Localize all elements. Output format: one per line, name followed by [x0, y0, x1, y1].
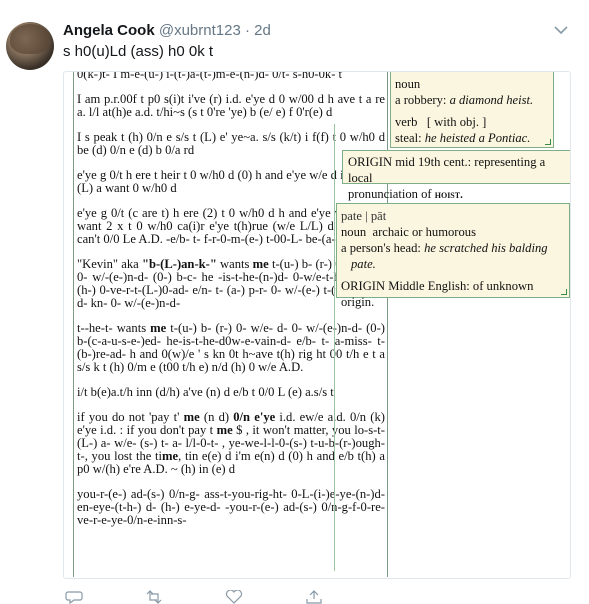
chevron-down-icon[interactable] — [553, 22, 569, 38]
share-icon[interactable] — [305, 590, 323, 604]
verb-definition: steal: — [395, 131, 422, 145]
tweet-text: s h0(u)Ld (ass) h0 0k t — [63, 43, 214, 60]
tweet-media-image[interactable]: 0(k-)t- I m-e-(u-) i-(t-)a-(t-)m-e-(n-)d… — [63, 71, 571, 579]
tweet-actions — [63, 590, 383, 604]
avatar[interactable] — [6, 22, 54, 70]
pronunciation-separator: | — [365, 209, 368, 223]
example: he scratched his balding — [424, 241, 548, 255]
author-name[interactable]: Angela Cook — [63, 22, 155, 39]
noun-label: noun — [395, 77, 421, 91]
register-label: archaic or humorous — [372, 225, 476, 239]
dictionary-entry-heist: noun a robbery: a diamond heist. verb [ … — [390, 72, 554, 148]
dictionary-origin-heist: ORIGIN mid 19th cent.: representing a lo… — [342, 150, 570, 201]
verb-example: he heisted a Pontiac. — [424, 131, 531, 145]
definition: a person's head: — [341, 241, 421, 255]
origin-word: hoist. — [434, 189, 463, 201]
tweet-header: Angela Cook @xubrnt123 · 2d — [63, 21, 549, 41]
example-cont: pate. — [351, 257, 376, 271]
noun-example: a diamond heist. — [449, 93, 534, 107]
noun-definition: a robbery: — [395, 93, 447, 107]
origin-text-2: pronunciation of — [348, 187, 432, 201]
headword: pate — [341, 209, 362, 223]
pos-label: noun — [341, 225, 367, 239]
dictionary-entry-pate: pate | pāt noun archaic or humorous a pe… — [336, 203, 570, 309]
author-handle[interactable]: @xubrnt123 — [159, 22, 241, 39]
tweet[interactable]: Angela Cook @xubrnt123 · 2d s h0(u)Ld (a… — [0, 0, 589, 604]
resize-corner-icon — [545, 139, 551, 145]
resize-corner-icon — [561, 289, 567, 295]
verb-note: [ with obj. ] — [426, 115, 487, 129]
retweet-icon[interactable] — [145, 590, 163, 604]
verb-label: verb — [395, 115, 418, 129]
origin-label: ORIGIN — [341, 279, 386, 293]
tweet-timestamp[interactable]: 2d — [254, 22, 271, 39]
reply-icon[interactable] — [65, 590, 83, 604]
origin-label: ORIGIN — [348, 155, 393, 169]
pronunciation: pāt — [370, 209, 387, 223]
like-icon[interactable] — [225, 590, 243, 604]
document-paragraph: I am p.r.00f t p0 s(i)t i've (r) i.d. e'… — [77, 92, 385, 119]
separator-dot: · — [244, 22, 250, 39]
document-paragraph: 0(k-)t- I m-e-(u-) i-(t-)a-(t-)m-e-(n-)d… — [77, 72, 343, 81]
